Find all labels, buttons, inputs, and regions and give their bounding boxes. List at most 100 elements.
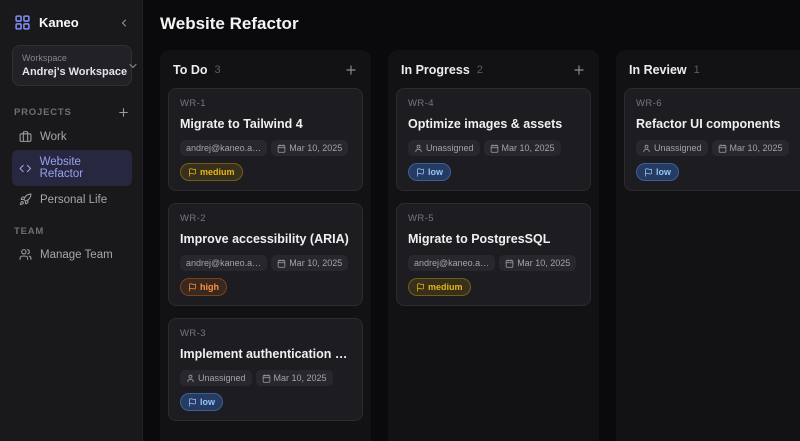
board-column-to-do: To Do 3WR-1 Migrate to Tailwind 4 andrej… bbox=[160, 50, 371, 441]
workspace-selector[interactable]: Workspace Andrej's Workspace bbox=[12, 45, 132, 86]
sidebar-item-website-refactor[interactable]: Website Refactor bbox=[12, 150, 132, 186]
task-card[interactable]: WR-6 Refactor UI components Unassigned M… bbox=[624, 88, 800, 191]
task-meta: andrej@kaneo.a… Mar 10, 2025 medium bbox=[408, 255, 579, 296]
user-icon bbox=[414, 144, 423, 153]
add-project-button[interactable] bbox=[117, 106, 130, 119]
due-date-label: Mar 10, 2025 bbox=[274, 373, 327, 383]
priority-label: medium bbox=[200, 167, 235, 177]
assignee-label: andrej@kaneo.a… bbox=[414, 258, 489, 268]
priority-badge[interactable]: low bbox=[180, 393, 223, 411]
sidebar-header: Kaneo bbox=[12, 10, 132, 43]
flag-icon bbox=[644, 168, 653, 177]
users-icon bbox=[19, 248, 32, 261]
assignee-chip[interactable]: Unassigned bbox=[408, 140, 480, 156]
flag-icon bbox=[188, 398, 197, 407]
grid-logo-icon bbox=[14, 14, 31, 31]
due-date-chip[interactable]: Mar 10, 2025 bbox=[256, 370, 333, 386]
sidebar-item-label: Website Refactor bbox=[40, 156, 125, 180]
task-card[interactable]: WR-2 Improve accessibility (ARIA) andrej… bbox=[168, 203, 363, 306]
task-title: Optimize images & assets bbox=[408, 117, 579, 131]
sidebar: Kaneo Workspace Andrej's Workspace PROJE… bbox=[0, 0, 143, 441]
task-id: WR-2 bbox=[180, 213, 351, 224]
flag-icon bbox=[416, 283, 425, 292]
assignee-chip[interactable]: Unassigned bbox=[636, 140, 708, 156]
card-list: WR-1 Migrate to Tailwind 4 andrej@kaneo.… bbox=[168, 88, 363, 421]
priority-badge[interactable]: high bbox=[180, 278, 227, 296]
task-title: Improve accessibility (ARIA) bbox=[180, 232, 351, 246]
chevron-left-icon bbox=[118, 17, 130, 29]
app-name: Kaneo bbox=[39, 15, 79, 30]
task-meta: andrej@kaneo.a… Mar 10, 2025 high bbox=[180, 255, 351, 296]
task-meta: Unassigned Mar 10, 2025 low bbox=[636, 140, 800, 181]
task-title: Implement authentication … bbox=[180, 347, 351, 361]
task-card[interactable]: WR-3 Implement authentication … Unassign… bbox=[168, 318, 363, 421]
column-name: To Do bbox=[173, 63, 207, 77]
sidebar-section-title: TEAM bbox=[14, 226, 44, 237]
briefcase-icon bbox=[19, 130, 32, 143]
priority-badge[interactable]: low bbox=[408, 163, 451, 181]
task-card[interactable]: WR-4 Optimize images & assets Unassigned… bbox=[396, 88, 591, 191]
priority-label: low bbox=[428, 167, 443, 177]
assignee-chip[interactable]: andrej@kaneo.a… bbox=[180, 140, 267, 156]
assignee-label: andrej@kaneo.a… bbox=[186, 143, 261, 153]
column-count: 2 bbox=[477, 64, 483, 76]
column-header: To Do 3 bbox=[168, 56, 363, 88]
task-card[interactable]: WR-5 Migrate to PostgresSQL andrej@kaneo… bbox=[396, 203, 591, 306]
calendar-icon bbox=[505, 259, 514, 268]
due-date-chip[interactable]: Mar 10, 2025 bbox=[712, 140, 789, 156]
priority-label: high bbox=[200, 282, 219, 292]
sidebar-item-work[interactable]: Work bbox=[12, 124, 132, 149]
sidebar-item-personal-life[interactable]: Personal Life bbox=[12, 187, 132, 212]
board-column-in-progress: In Progress 2WR-4 Optimize images & asse… bbox=[388, 50, 599, 441]
flag-icon bbox=[188, 168, 197, 177]
priority-label: medium bbox=[428, 282, 463, 292]
due-date-chip[interactable]: Mar 10, 2025 bbox=[499, 255, 576, 271]
due-date-chip[interactable]: Mar 10, 2025 bbox=[271, 140, 348, 156]
priority-badge[interactable]: medium bbox=[180, 163, 243, 181]
assignee-label: Unassigned bbox=[426, 143, 474, 153]
add-task-button[interactable] bbox=[572, 63, 586, 77]
column-name: In Progress bbox=[401, 63, 470, 77]
column-header: In Review 1 bbox=[624, 56, 800, 88]
code-icon bbox=[19, 162, 32, 175]
task-id: WR-4 bbox=[408, 98, 579, 109]
priority-badge[interactable]: low bbox=[636, 163, 679, 181]
due-date-label: Mar 10, 2025 bbox=[289, 143, 342, 153]
workspace-value: Andrej's Workspace bbox=[22, 66, 127, 78]
calendar-icon bbox=[277, 259, 286, 268]
plus-icon bbox=[117, 106, 130, 119]
assignee-chip[interactable]: andrej@kaneo.a… bbox=[408, 255, 495, 271]
task-card[interactable]: WR-1 Migrate to Tailwind 4 andrej@kaneo.… bbox=[168, 88, 363, 191]
task-title: Refactor UI components bbox=[636, 117, 800, 131]
task-meta: andrej@kaneo.a… Mar 10, 2025 medium bbox=[180, 140, 351, 181]
priority-label: low bbox=[656, 167, 671, 177]
sidebar-item-manage-team[interactable]: Manage Team bbox=[12, 242, 132, 267]
main-content: Website Refactor To Do 3WR-1 Migrate to … bbox=[143, 0, 800, 441]
assignee-label: andrej@kaneo.a… bbox=[186, 258, 261, 268]
assignee-chip[interactable]: Unassigned bbox=[180, 370, 252, 386]
priority-badge[interactable]: medium bbox=[408, 278, 471, 296]
rocket-icon bbox=[19, 193, 32, 206]
due-date-chip[interactable]: Mar 10, 2025 bbox=[484, 140, 561, 156]
user-icon bbox=[642, 144, 651, 153]
add-task-button[interactable] bbox=[344, 63, 358, 77]
column-count: 3 bbox=[214, 64, 220, 76]
assignee-chip[interactable]: andrej@kaneo.a… bbox=[180, 255, 267, 271]
task-id: WR-5 bbox=[408, 213, 579, 224]
sidebar-item-label: Manage Team bbox=[40, 249, 113, 261]
due-date-label: Mar 10, 2025 bbox=[730, 143, 783, 153]
card-list: WR-4 Optimize images & assets Unassigned… bbox=[396, 88, 591, 306]
workspace-label: Workspace bbox=[22, 53, 127, 63]
task-title: Migrate to PostgresSQL bbox=[408, 232, 579, 246]
board-column-in-review: In Review 1WR-6 Refactor UI components U… bbox=[616, 50, 800, 441]
column-header: In Progress 2 bbox=[396, 56, 591, 88]
due-date-chip[interactable]: Mar 10, 2025 bbox=[271, 255, 348, 271]
sidebar-nav: PROJECTSWorkWebsite RefactorPersonal Lif… bbox=[12, 92, 132, 268]
sidebar-collapse-button[interactable] bbox=[118, 17, 130, 29]
task-id: WR-3 bbox=[180, 328, 351, 339]
calendar-icon bbox=[490, 144, 499, 153]
page-title: Website Refactor bbox=[160, 14, 800, 34]
priority-label: low bbox=[200, 397, 215, 407]
calendar-icon bbox=[718, 144, 727, 153]
plus-icon bbox=[344, 63, 358, 77]
